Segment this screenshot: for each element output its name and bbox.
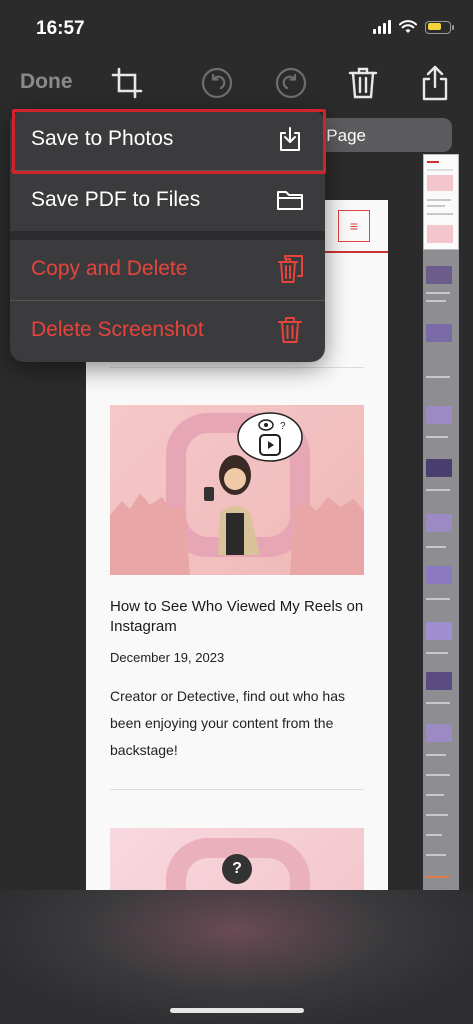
delete-screenshot-label: Delete Screenshot [31, 318, 204, 341]
folder-icon [275, 185, 305, 215]
wifi-icon [399, 20, 417, 33]
thumbnail-current-view[interactable] [423, 154, 459, 250]
copy-trash-icon [275, 254, 305, 284]
markup-toolbar: Done [0, 58, 473, 108]
redo-icon[interactable] [272, 64, 310, 102]
copy-and-delete-item[interactable]: Copy and Delete [10, 240, 325, 300]
markup-tools-area [0, 890, 473, 1024]
done-button[interactable]: Done [20, 70, 73, 94]
article-image[interactable]: ? [110, 405, 364, 575]
copy-and-delete-label: Copy and Delete [31, 257, 188, 280]
status-time: 16:57 [36, 18, 85, 39]
page-thumbnail-strip[interactable] [423, 154, 459, 890]
status-bar: 16:57 [0, 0, 473, 56]
highlight-annotation [12, 109, 326, 174]
svg-text:?: ? [280, 421, 286, 432]
article-title[interactable]: How to See Who Viewed My Reels on Instag… [110, 597, 370, 637]
help-button[interactable]: ? [222, 854, 252, 884]
undo-icon[interactable] [198, 64, 236, 102]
divider [110, 367, 364, 368]
trash-icon [275, 315, 305, 345]
home-indicator[interactable] [170, 1008, 304, 1013]
divider [110, 789, 364, 790]
status-icons [373, 20, 454, 34]
share-icon[interactable] [416, 64, 454, 102]
delete-screenshot-item[interactable]: Delete Screenshot [10, 301, 325, 361]
save-pdf-to-files-item[interactable]: Save PDF to Files [10, 171, 325, 231]
article-date: December 19, 2023 [110, 650, 225, 665]
save-pdf-to-files-label: Save PDF to Files [31, 188, 201, 211]
trash-icon[interactable] [344, 64, 382, 102]
hamburger-menu-icon[interactable]: ≡ [338, 210, 370, 242]
battery-icon [425, 20, 454, 34]
article-excerpt: Creator or Detective, find out who has b… [110, 688, 346, 758]
crop-icon[interactable] [108, 64, 146, 102]
cellular-signal-icon [373, 20, 391, 34]
